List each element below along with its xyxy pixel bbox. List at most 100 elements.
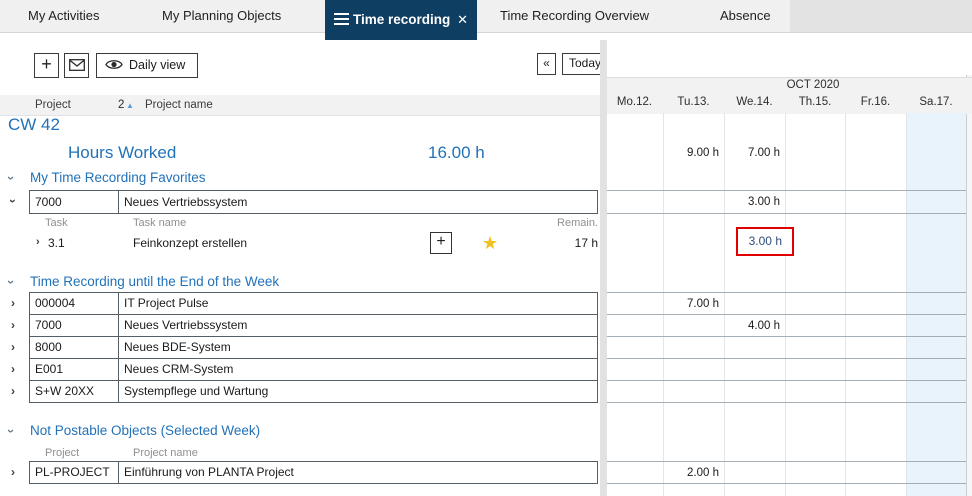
project-code-cell[interactable]: 8000 (29, 336, 119, 359)
chevron-down-icon[interactable]: › (1, 280, 21, 284)
scrollbar-border (966, 75, 967, 496)
chevron-right-icon[interactable]: › (11, 318, 15, 332)
project-table-header: Project 2 ▲ Project name (0, 95, 600, 116)
project-row: › PL-PROJECT Einführung von PLANTA Proje… (0, 461, 600, 484)
project-name-cell[interactable]: Systempflege und Wartung (118, 380, 598, 403)
project-name-cell[interactable]: Einführung von PLANTA Project (118, 461, 598, 484)
project-name-cell[interactable]: Neues Vertriebssystem (118, 190, 598, 214)
tab-time-recording[interactable]: Time recording ✕ (325, 0, 477, 40)
favorite-star-icon[interactable]: ★ (482, 231, 498, 255)
sort-ascending-icon[interactable]: ▲ (126, 96, 134, 116)
grid-row-line (607, 292, 966, 293)
chevron-down-icon[interactable]: › (1, 176, 21, 180)
section-week-recording[interactable]: › Time Recording until the End of the We… (0, 272, 600, 292)
tab-absence[interactable]: Absence (720, 0, 771, 32)
day-header-tu: Tu.13. (663, 96, 724, 111)
time-entry-cell[interactable]: 4.00 h (724, 315, 785, 337)
grid-row-line (607, 314, 966, 315)
tab-my-planning-objects[interactable]: My Planning Objects (162, 0, 281, 32)
task-name: Feinkonzept erstellen (133, 231, 247, 255)
chevron-right-icon[interactable]: › (11, 340, 15, 354)
task-id: 3.1 (48, 231, 65, 255)
day-header-fr: Fr.16. (845, 96, 906, 111)
sort-indicator-number: 2 (118, 95, 124, 115)
calendar-week-label: CW 42 (8, 115, 60, 135)
menu-icon-bar (334, 23, 349, 25)
menu-icon[interactable] (334, 13, 349, 26)
task-table-header: Task Task name Remain. (0, 216, 600, 230)
day-header-we: We.14. (724, 96, 785, 111)
project-row: › E001 Neues CRM-System (0, 358, 600, 381)
add-booking-button[interactable]: + (430, 232, 452, 254)
grid-row-line (607, 336, 966, 337)
weekend-column-background (906, 113, 966, 496)
daily-view-label: Daily view (129, 54, 185, 76)
project-row: › 7000 Neues Vertriebssystem (0, 190, 600, 214)
chevron-right-icon[interactable]: › (11, 465, 15, 479)
column-header-remain: Remain. (500, 216, 598, 230)
time-entry-cell[interactable]: 3.00 h (724, 191, 785, 213)
column-header-project[interactable]: Project (35, 95, 71, 115)
project-code-cell[interactable]: PL-PROJECT (29, 461, 119, 484)
tab-bar: My Activities My Planning Objects Time R… (0, 0, 972, 33)
grid-row-line (607, 213, 966, 214)
time-entry-value: 3.00 h (738, 229, 792, 254)
project-code-cell[interactable]: 000004 (29, 292, 119, 315)
tab-my-activities[interactable]: My Activities (28, 0, 100, 32)
time-entry-cell[interactable]: 2.00 h (663, 462, 724, 484)
mail-icon (69, 59, 85, 71)
project-name-cell[interactable]: IT Project Pulse (118, 292, 598, 315)
hours-worked-total: 16.00 h (428, 141, 485, 165)
project-code-cell[interactable]: 7000 (29, 190, 119, 214)
project-code-cell[interactable]: 7000 (29, 314, 119, 337)
chevron-down-icon[interactable]: › (1, 429, 21, 433)
project-name-cell[interactable]: Neues BDE-System (118, 336, 598, 359)
not-postable-table-header: Project Project name (0, 446, 600, 460)
grid-row-line (607, 402, 966, 403)
project-row: › S+W 20XX Systempflege und Wartung (0, 380, 600, 403)
previous-week-button[interactable]: « (537, 53, 556, 75)
eye-icon (105, 58, 123, 71)
grid-column-line (845, 113, 846, 496)
scrollbar-track[interactable] (967, 75, 972, 496)
project-code-cell[interactable]: E001 (29, 358, 119, 381)
section-favorites[interactable]: › My Time Recording Favorites (0, 168, 600, 188)
grid-column-line (724, 113, 725, 496)
project-name-cell[interactable]: Neues Vertriebssystem (118, 314, 598, 337)
chevron-right-icon[interactable]: › (11, 296, 15, 310)
grid-column-line (785, 113, 786, 496)
highlighted-time-entry-cell[interactable]: 3.00 h (736, 227, 794, 256)
chevron-right-icon[interactable]: › (36, 236, 40, 248)
task-remaining-hours: 17 h (500, 231, 598, 255)
grid-row-line (607, 380, 966, 381)
project-name-cell[interactable]: Neues CRM-System (118, 358, 598, 381)
tab-time-recording-overview[interactable]: Time Recording Overview (500, 0, 649, 32)
tab-bar-overflow-area (790, 0, 972, 32)
close-icon[interactable]: ✕ (457, 0, 468, 40)
time-recording-window: My Activities My Planning Objects Time R… (0, 0, 972, 496)
column-header-project-name: Project name (133, 446, 198, 460)
menu-icon-bar (334, 18, 349, 20)
chevron-right-icon[interactable]: › (11, 362, 15, 376)
column-header-project: Project (45, 446, 79, 460)
project-code-cell[interactable]: S+W 20XX (29, 380, 119, 403)
grid-row-line (607, 190, 966, 191)
chevron-down-icon[interactable]: › (6, 199, 20, 203)
section-not-postable[interactable]: › Not Postable Objects (Selected Week) (0, 421, 600, 441)
task-row: › 3.1 Feinkonzept erstellen + ★ 17 h (0, 231, 600, 255)
menu-icon-bar (334, 13, 349, 15)
today-button[interactable]: Today (562, 53, 604, 75)
daily-view-button[interactable]: Daily view (96, 53, 198, 78)
mail-button[interactable] (64, 53, 89, 78)
tab-time-recording-label: Time recording (353, 0, 450, 40)
day-header-sa: Sa.17. (906, 96, 966, 111)
chevron-right-icon[interactable]: › (11, 384, 15, 398)
hours-worked-day-value: 9.00 h (663, 142, 724, 164)
add-button[interactable]: + (34, 53, 59, 78)
time-entry-cell[interactable]: 7.00 h (663, 293, 724, 315)
column-header-project-name[interactable]: Project name (145, 95, 213, 115)
day-header-mo: Mo.12. (606, 96, 663, 111)
today-button-label: Today (563, 54, 603, 73)
grid-row-line (607, 461, 966, 462)
plus-icon: + (431, 233, 451, 250)
